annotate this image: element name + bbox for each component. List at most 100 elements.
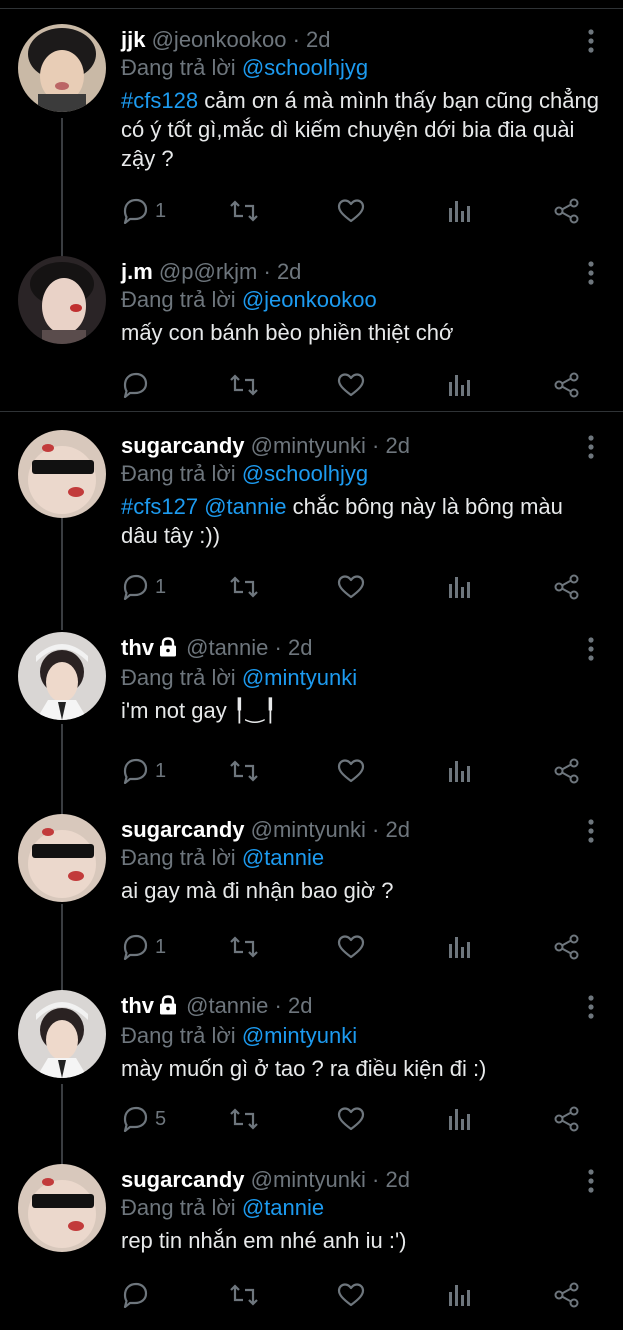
retweet-button[interactable] <box>229 370 259 400</box>
replying-to-label: Đang trả lời <box>121 1195 236 1220</box>
hashtag-link[interactable]: #cfs127 <box>121 494 198 519</box>
more-icon[interactable] <box>587 28 595 54</box>
tweet[interactable]: sugarcandy @mintyunki · 2d Đang trả lời … <box>0 814 623 974</box>
display-name[interactable]: sugarcandy <box>121 433 245 458</box>
stats-button[interactable] <box>447 572 471 602</box>
like-button[interactable] <box>337 932 365 962</box>
reply-to-mention[interactable]: @tannie <box>242 845 324 870</box>
tweet[interactable]: j.m @p@rkjm · 2d Đang trả lời @jeonkooko… <box>0 256 623 406</box>
timestamp[interactable]: 2d <box>306 27 330 52</box>
user-handle[interactable]: @jeonkookoo <box>152 27 287 52</box>
share-button[interactable] <box>553 196 581 226</box>
avatar[interactable] <box>18 1164 106 1252</box>
more-icon[interactable] <box>587 260 595 286</box>
like-button[interactable] <box>337 1280 365 1310</box>
more-icon[interactable] <box>587 1168 595 1194</box>
reply-button[interactable]: 1 <box>121 756 166 786</box>
display-name[interactable]: j.m <box>121 259 153 284</box>
display-name[interactable]: thv <box>121 993 154 1018</box>
reply-icon <box>121 758 149 784</box>
stats-button[interactable] <box>447 756 471 786</box>
timestamp[interactable]: 2d <box>288 635 312 660</box>
avatar[interactable] <box>18 256 106 344</box>
like-button[interactable] <box>337 370 365 400</box>
user-handle[interactable]: @tannie <box>186 993 268 1018</box>
avatar[interactable] <box>18 814 106 902</box>
like-button[interactable] <box>337 196 365 226</box>
conversation-divider <box>0 411 623 412</box>
reply-to-mention[interactable]: @schoolhjyg <box>242 55 368 80</box>
reply-to-mention[interactable]: @mintyunki <box>242 665 357 690</box>
timestamp[interactable]: 2d <box>385 817 409 842</box>
share-button[interactable] <box>553 1104 581 1134</box>
user-handle[interactable]: @mintyunki <box>251 1167 366 1192</box>
reply-to-mention[interactable]: @jeonkookoo <box>242 287 377 312</box>
retweet-button[interactable] <box>229 1280 259 1310</box>
avatar[interactable] <box>18 632 106 720</box>
reply-button[interactable] <box>121 370 155 400</box>
mention-link[interactable]: @tannie <box>204 494 286 519</box>
like-button[interactable] <box>337 756 365 786</box>
share-button[interactable] <box>553 370 581 400</box>
like-button[interactable] <box>337 572 365 602</box>
replying-to-label: Đang trả lời <box>121 55 236 80</box>
display-name[interactable]: sugarcandy <box>121 817 245 842</box>
reply-button[interactable]: 1 <box>121 932 166 962</box>
retweet-icon <box>229 1282 259 1308</box>
more-icon[interactable] <box>587 434 595 460</box>
tweet[interactable]: sugarcandy @mintyunki · 2d Đang trả lời … <box>0 1164 623 1324</box>
tweet[interactable]: jjk @jeonkookoo · 2d Đang trả lời @schoo… <box>0 24 623 244</box>
like-icon <box>337 758 365 784</box>
more-icon[interactable] <box>587 994 595 1020</box>
avatar[interactable] <box>18 24 106 112</box>
stats-icon <box>447 758 471 784</box>
stats-button[interactable] <box>447 1280 471 1310</box>
retweet-button[interactable] <box>229 756 259 786</box>
retweet-icon <box>229 758 259 784</box>
avatar[interactable] <box>18 430 106 518</box>
reply-button[interactable]: 1 <box>121 572 166 602</box>
timestamp[interactable]: 2d <box>277 259 301 284</box>
hashtag-link[interactable]: #cfs128 <box>121 88 198 113</box>
retweet-button[interactable] <box>229 572 259 602</box>
reply-to-mention[interactable]: @tannie <box>242 1195 324 1220</box>
reply-to-mention[interactable]: @schoolhjyg <box>242 461 368 486</box>
avatar[interactable] <box>18 990 106 1078</box>
reply-button[interactable] <box>121 1280 155 1310</box>
display-name[interactable]: jjk <box>121 27 145 52</box>
user-handle[interactable]: @tannie <box>186 635 268 660</box>
timestamp[interactable]: 2d <box>288 993 312 1018</box>
reply-icon <box>121 372 149 398</box>
tweet[interactable]: thv @tannie · 2d Đang trả lời @mintyunki… <box>0 632 623 792</box>
stats-button[interactable] <box>447 1104 471 1134</box>
reply-button[interactable]: 5 <box>121 1104 166 1134</box>
user-handle[interactable]: @p@rkjm <box>159 259 257 284</box>
user-handle[interactable]: @mintyunki <box>251 817 366 842</box>
stats-button[interactable] <box>447 932 471 962</box>
like-button[interactable] <box>337 1104 365 1134</box>
share-button[interactable] <box>553 932 581 962</box>
display-name[interactable]: sugarcandy <box>121 1167 245 1192</box>
more-icon[interactable] <box>587 818 595 844</box>
stats-button[interactable] <box>447 196 471 226</box>
reply-icon <box>121 574 149 600</box>
share-button[interactable] <box>553 756 581 786</box>
user-handle[interactable]: @mintyunki <box>251 433 366 458</box>
timestamp[interactable]: 2d <box>385 433 409 458</box>
retweet-button[interactable] <box>229 932 259 962</box>
tweet[interactable]: thv @tannie · 2d Đang trả lời @mintyunki… <box>0 990 623 1150</box>
timestamp[interactable]: 2d <box>385 1167 409 1192</box>
like-icon <box>337 198 365 224</box>
more-icon[interactable] <box>587 636 595 662</box>
display-name[interactable]: thv <box>121 635 154 660</box>
share-button[interactable] <box>553 572 581 602</box>
retweet-button[interactable] <box>229 1104 259 1134</box>
stats-button[interactable] <box>447 370 471 400</box>
tweet-text: i'm not gay ╿‿╿ <box>121 696 601 725</box>
retweet-button[interactable] <box>229 196 259 226</box>
reply-to-mention[interactable]: @mintyunki <box>242 1023 357 1048</box>
tweet-text: ai gay mà đi nhận bao giờ ? <box>121 876 601 905</box>
reply-button[interactable]: 1 <box>121 196 166 226</box>
tweet[interactable]: sugarcandy @mintyunki · 2d Đang trả lời … <box>0 430 623 610</box>
share-button[interactable] <box>553 1280 581 1310</box>
